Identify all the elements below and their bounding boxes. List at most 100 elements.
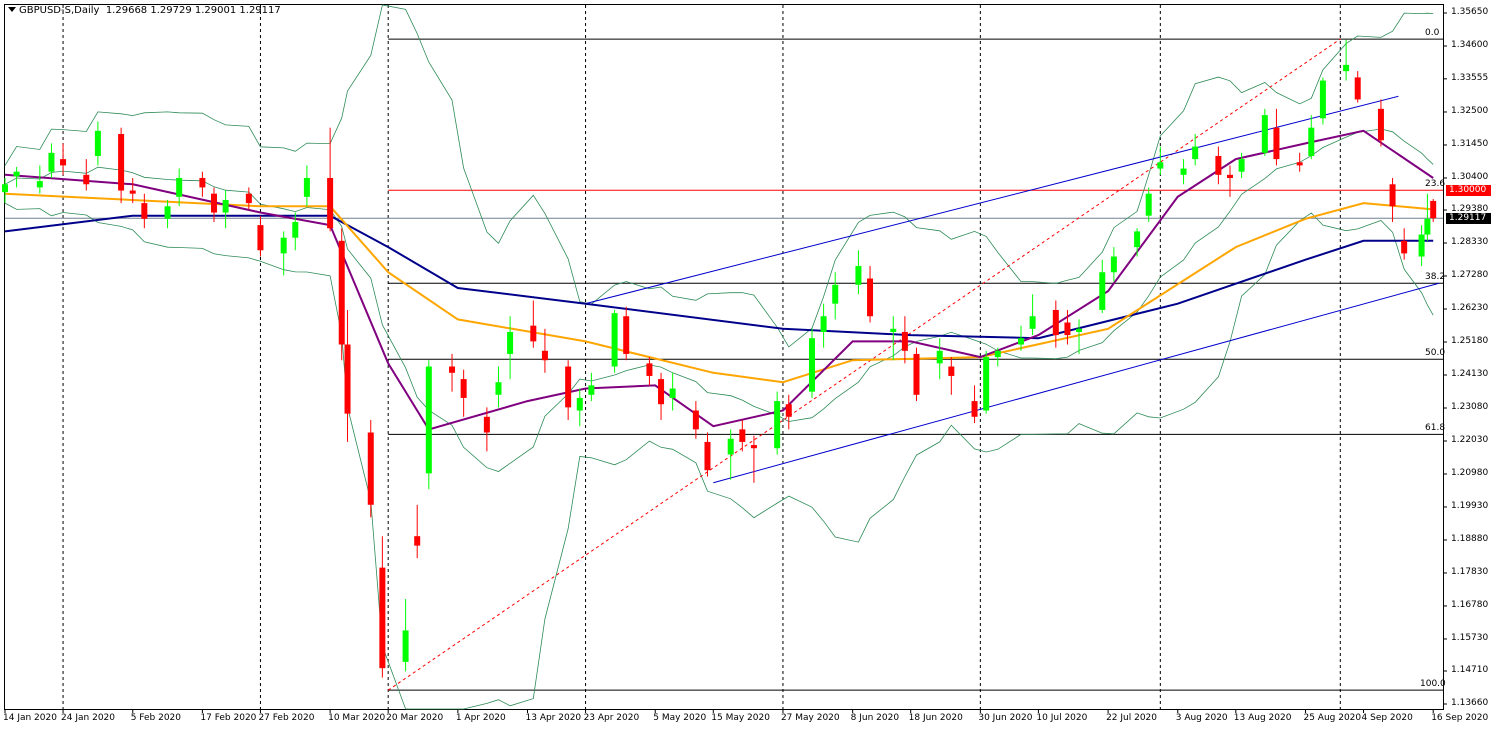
x-tick-label: 14 Jan 2020 <box>3 713 57 723</box>
candle <box>1029 294 1036 336</box>
candle-body <box>495 382 502 395</box>
channel-bottom-line <box>713 282 1440 484</box>
candle <box>1377 99 1384 147</box>
candle-body <box>48 152 55 172</box>
candle-body <box>483 416 490 433</box>
candle-body <box>245 193 252 204</box>
candle <box>83 159 90 191</box>
slow-moving-average <box>4 214 1434 340</box>
candle <box>901 316 908 364</box>
candle-body <box>414 536 421 546</box>
y-tick-label: 1.27280 <box>1451 270 1489 280</box>
x-tick-label: 1 Apr 2020 <box>455 713 506 723</box>
candle <box>425 360 432 490</box>
candle-body <box>541 350 548 361</box>
candle-body <box>425 366 432 474</box>
candle <box>2 177 8 204</box>
current-price-badge: 1.29117 <box>1446 213 1491 225</box>
fib-level-label: 100.0 <box>1420 679 1446 690</box>
fib-level-label: 38.2 <box>1425 272 1446 283</box>
candle-body <box>1308 127 1315 156</box>
mid-moving-average <box>4 192 1434 384</box>
fib-level-label: 61.8 <box>1425 423 1446 434</box>
candle-body <box>1273 127 1280 160</box>
candle-body <box>565 366 572 408</box>
candle-body <box>327 177 334 229</box>
candle <box>971 385 978 424</box>
candle <box>222 190 229 229</box>
candle-body <box>257 225 264 251</box>
candle <box>785 394 792 430</box>
candle <box>530 300 537 348</box>
candle-body <box>199 177 206 188</box>
candle <box>338 228 345 361</box>
candle <box>832 272 839 320</box>
candle-body <box>1029 316 1036 329</box>
candle-body <box>222 199 229 213</box>
candle-body <box>292 221 299 238</box>
x-tick-label: 13 Aug 2020 <box>1233 713 1292 723</box>
candle <box>379 536 386 678</box>
candle <box>727 429 734 480</box>
candle-body <box>1261 115 1268 153</box>
candle <box>36 165 43 194</box>
price-chart[interactable] <box>0 0 1493 731</box>
candle-body <box>855 265 862 285</box>
candle <box>1134 228 1141 257</box>
candle-body <box>1424 218 1431 235</box>
candle-body <box>1017 338 1024 345</box>
fib-level-label: 50.0 <box>1425 348 1446 359</box>
x-tick-label: 4 Sep 2020 <box>1361 713 1413 723</box>
candle <box>414 504 421 559</box>
candle <box>1192 133 1199 166</box>
candle-body <box>449 366 456 373</box>
candle-body <box>1134 231 1141 248</box>
fib-level-label: 0.0 <box>1425 28 1440 39</box>
candle <box>774 391 781 455</box>
candle <box>211 187 218 222</box>
candle-body <box>176 177 183 197</box>
candle-body <box>1192 146 1199 160</box>
candle <box>118 127 125 204</box>
candle-body <box>658 379 665 405</box>
candle <box>669 372 676 411</box>
candle-body <box>13 171 20 177</box>
candle-body <box>1110 256 1117 273</box>
x-tick-label: 8 Jun 2020 <box>850 713 900 723</box>
candle <box>890 316 897 361</box>
candle-body <box>1401 240 1408 254</box>
y-tick-label: 1.25180 <box>1451 336 1489 346</box>
candle-body <box>118 133 125 191</box>
candle-body <box>948 366 955 376</box>
candle <box>460 369 467 417</box>
y-tick-label: 1.26230 <box>1451 303 1489 313</box>
candle <box>1424 193 1431 241</box>
candle-body <box>164 206 171 219</box>
candle <box>1389 177 1396 222</box>
fibonacci-trendline <box>387 38 1341 691</box>
chart-header: GBPUSD-S,Daily 1.29668 1.29729 1.29001 1… <box>8 5 281 16</box>
candle <box>1273 108 1280 166</box>
y-tick-label: 1.28330 <box>1451 237 1489 248</box>
x-tick-label: 13 Apr 2020 <box>525 713 582 723</box>
candle-body <box>1319 80 1326 119</box>
candle-body <box>1343 64 1350 72</box>
bollinger-upper-band <box>4 4 1434 348</box>
x-tick-label: 16 Sep 2020 <box>1431 713 1489 723</box>
candle-body <box>211 193 218 213</box>
y-tick-label: 1.15730 <box>1451 632 1489 643</box>
candle <box>820 303 827 348</box>
candle <box>808 328 815 398</box>
candle <box>367 419 374 518</box>
x-tick-label: 5 May 2020 <box>653 713 707 723</box>
candle <box>507 316 514 380</box>
candle <box>1296 152 1303 172</box>
candle-body <box>611 313 618 367</box>
y-tick-label: 1.16780 <box>1451 599 1489 610</box>
chevron-down-icon[interactable] <box>8 7 16 12</box>
candle-body <box>1064 322 1071 336</box>
candle-body <box>1377 108 1384 141</box>
candle-body <box>727 438 734 455</box>
candle-body <box>832 284 839 304</box>
candle <box>1110 247 1117 282</box>
